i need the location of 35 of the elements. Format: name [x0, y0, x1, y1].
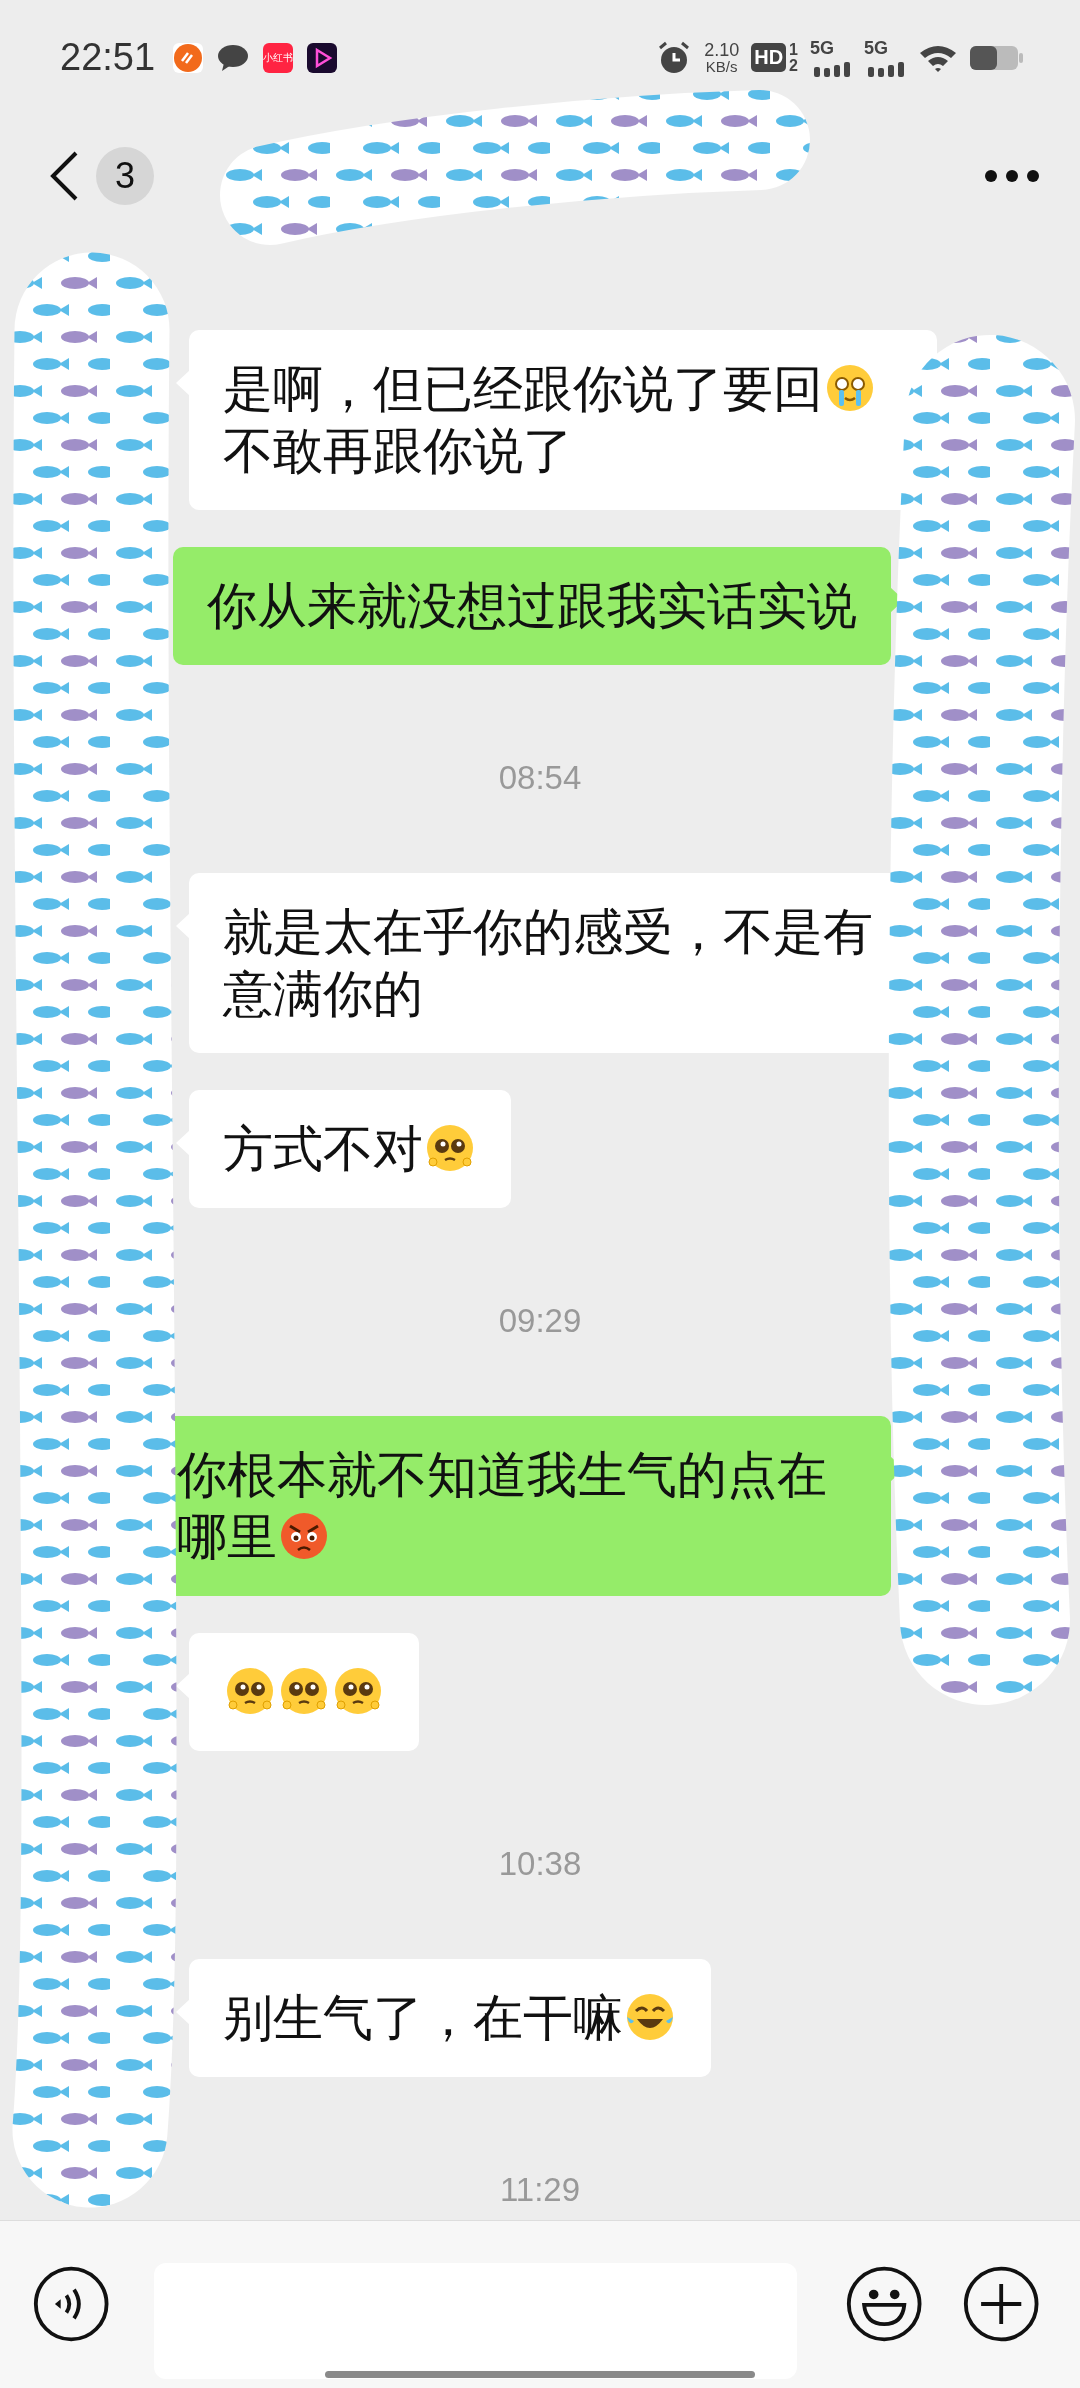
- pleading-face-icon: [332, 1665, 384, 1717]
- app-icon: 小红书: [263, 42, 294, 73]
- laughing-face-icon: [624, 1991, 676, 2043]
- angry-face-icon: [278, 1510, 330, 1562]
- pleading-face-icon: [224, 1665, 276, 1717]
- sim-number: 1: [789, 41, 798, 58]
- app-icon: [173, 42, 204, 73]
- network-type: 5G: [864, 38, 888, 59]
- chat-bubble-icon: [217, 42, 250, 73]
- message-text: 别生气了，在干嘛: [223, 1989, 623, 2047]
- battery-icon: [970, 43, 1024, 72]
- message-text: 你根本就不知道我生气的点在: [177, 1446, 827, 1504]
- more-icon[interactable]: [984, 168, 1040, 183]
- message-text: 方式不对: [223, 1120, 423, 1178]
- pleading-face-icon: [278, 1665, 330, 1717]
- message-text: 你从来就没想过跟我实话实说: [207, 577, 857, 635]
- play-app-icon: [307, 42, 338, 73]
- message-time: 09:29: [498, 1301, 582, 1341]
- message-input[interactable]: [154, 2263, 798, 2379]
- crying-face-icon: [824, 362, 876, 414]
- network-speed: 2.10: [704, 41, 740, 59]
- message-text: 不敢再跟你说了: [223, 422, 573, 480]
- message-time: 08:54: [498, 758, 582, 798]
- network-type: 5G: [810, 38, 834, 59]
- message-text: 就是太在乎你的感受，不是有意满你的: [223, 903, 873, 1023]
- speed-unit: KB/s: [705, 59, 738, 74]
- hd-indicator: HD: [751, 43, 787, 72]
- sim-number: 2: [789, 57, 798, 74]
- pleading-face-icon: [424, 1122, 476, 1174]
- unread-count-badge: 3: [96, 146, 154, 205]
- message-time: 11:29: [499, 2170, 581, 2210]
- status-time: 22:51: [60, 36, 156, 79]
- message-time: 10:38: [498, 1844, 582, 1884]
- message-text: 是啊，但已经跟你说了要回: [223, 360, 823, 418]
- message-text: 哪里: [177, 1508, 277, 1566]
